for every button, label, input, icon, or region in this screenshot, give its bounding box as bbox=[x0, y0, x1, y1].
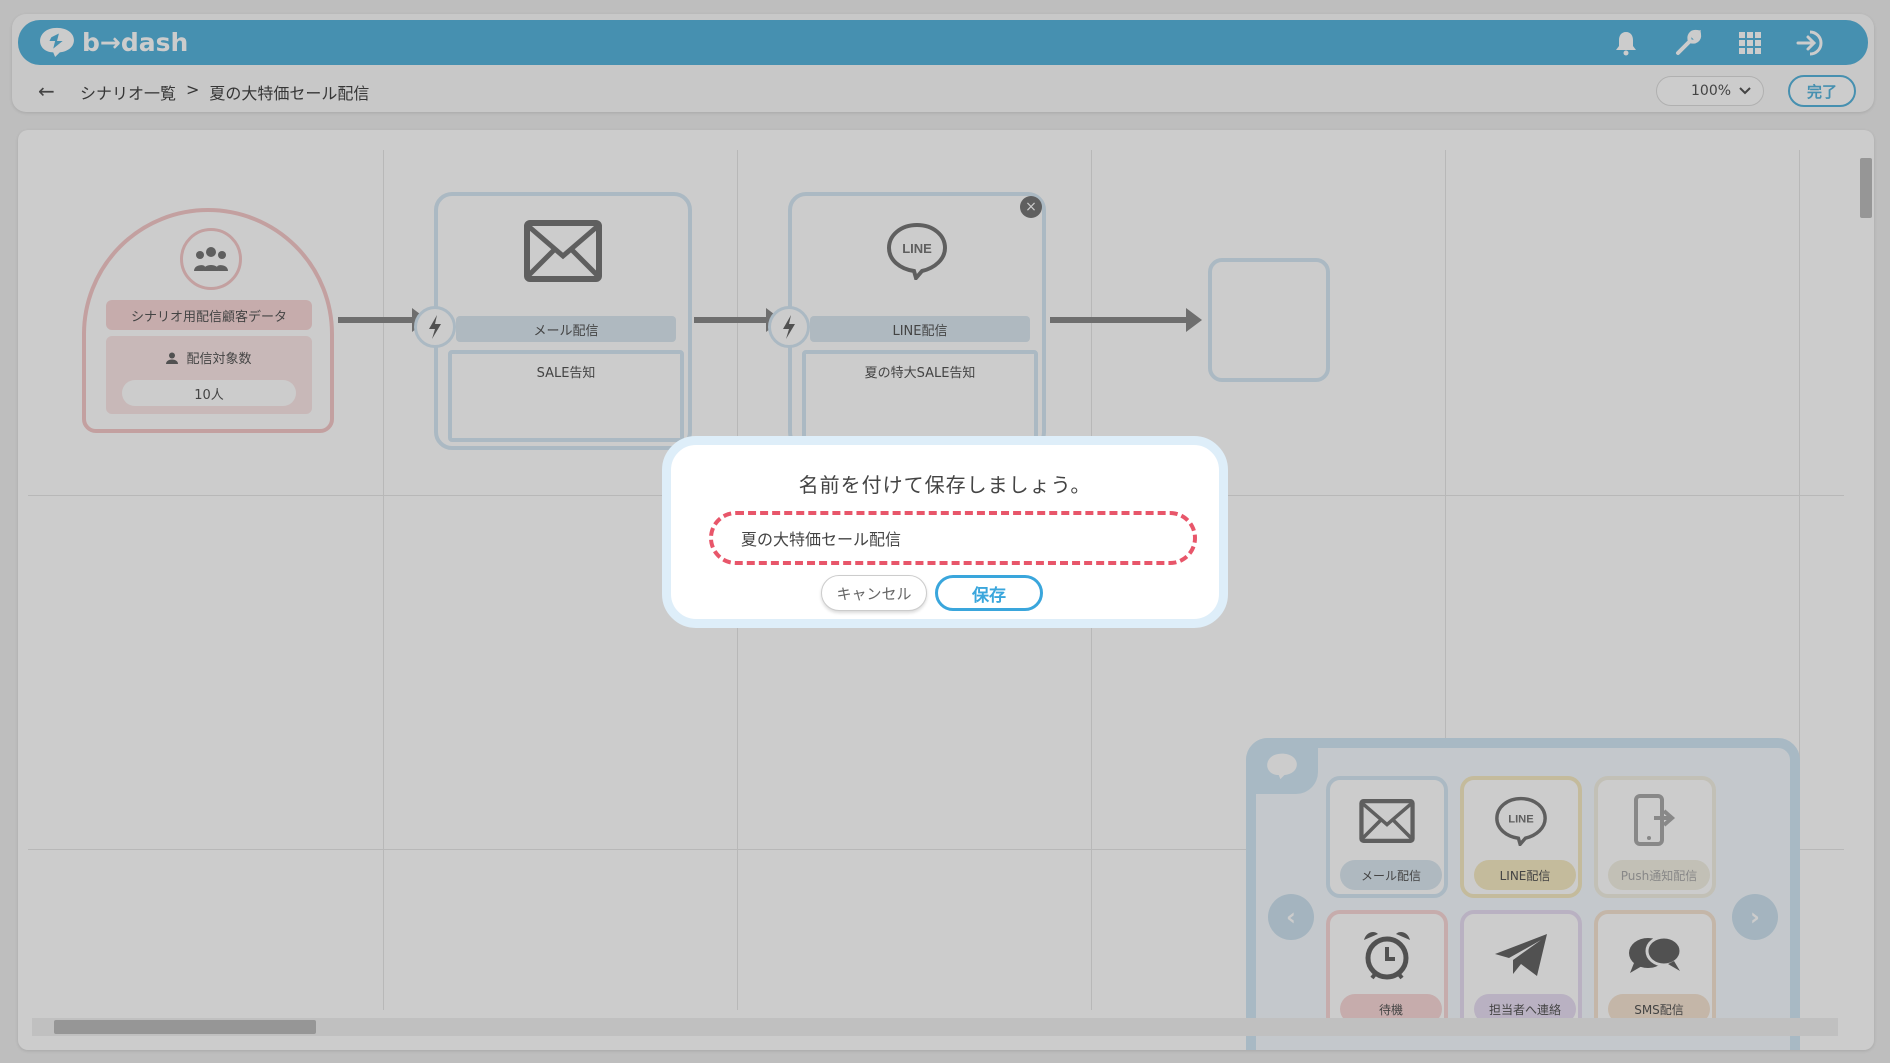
dialog-buttons: キャンセル 保存 bbox=[671, 575, 1219, 611]
cancel-button[interactable]: キャンセル bbox=[821, 575, 927, 611]
save-name-dialog: 名前を付けて保存しましょう。 キャンセル 保存 bbox=[662, 436, 1228, 628]
scenario-name-input[interactable] bbox=[709, 511, 1197, 565]
save-button[interactable]: 保存 bbox=[935, 575, 1043, 611]
dialog-title: 名前を付けて保存しましょう。 bbox=[798, 473, 1092, 497]
